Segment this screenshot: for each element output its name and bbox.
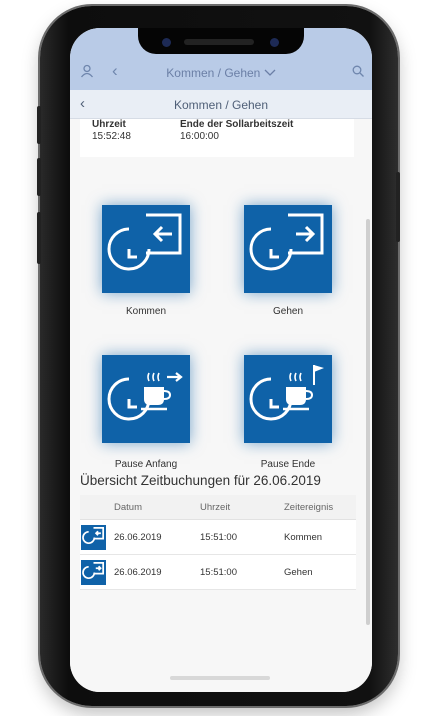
row-date: 26.06.2019 — [114, 567, 162, 578]
gehen-label: Gehen — [272, 306, 304, 317]
search-icon[interactable] — [352, 64, 364, 81]
main-content: Uhrzeit 15:52:48 Ende der Sollarbeitszei… — [70, 119, 372, 692]
clock-arrow-in-icon — [81, 525, 106, 550]
table-row[interactable]: 26.06.2019 15:51:00 Gehen — [80, 555, 356, 590]
home-indicator — [170, 676, 270, 680]
gehen-tile[interactable] — [244, 205, 332, 293]
front-camera-icon — [162, 38, 171, 47]
table-header: Datum Uhrzeit Zeitereignis — [80, 495, 356, 520]
pause-start-label: Pause Anfang — [114, 459, 178, 470]
row-time: 15:51:00 — [200, 567, 237, 578]
time-info-card: Uhrzeit 15:52:48 Ende der Sollarbeitszei… — [80, 119, 354, 157]
scrollbar[interactable] — [366, 219, 370, 625]
page-header: ‹ Kommen / Gehen — [70, 90, 372, 119]
table-row[interactable]: 26.06.2019 15:51:00 Kommen — [80, 520, 356, 555]
target-time-value: 16:00:00 — [180, 131, 219, 142]
column-header-time[interactable]: Uhrzeit — [200, 502, 230, 513]
overview-title: Übersicht Zeitbuchungen für 26.06.2019 — [80, 473, 321, 488]
kommen-tile[interactable] — [102, 205, 190, 293]
pause-start-tile[interactable] — [102, 355, 190, 443]
speaker-grill — [184, 39, 254, 45]
clock-arrow-out-icon — [81, 560, 106, 585]
target-time-label: Ende der Sollarbeitszeit — [180, 119, 294, 130]
bookings-table: Datum Uhrzeit Zeitereignis 26.06.2019 15… — [80, 495, 356, 590]
kommen-label: Kommen — [125, 306, 166, 317]
clock-arrow-out-icon — [249, 213, 324, 271]
volume-up-button — [37, 106, 41, 144]
time-value: 15:52:48 — [92, 131, 131, 142]
column-header-date[interactable]: Datum — [114, 502, 142, 513]
mute-switch — [37, 212, 41, 264]
phone-screen: ‹ Kommen / Gehen ‹ Kommen / Gehen Uhrzei… — [70, 28, 372, 692]
clock-arrow-in-icon — [107, 213, 182, 271]
sensor-icon — [270, 38, 279, 47]
chevron-down-icon — [264, 66, 276, 80]
row-event: Gehen — [284, 567, 313, 578]
row-date: 26.06.2019 — [114, 532, 162, 543]
phone-notch — [138, 28, 304, 54]
app-title[interactable]: Kommen / Gehen — [70, 66, 372, 80]
app-title-text: Kommen / Gehen — [166, 66, 261, 80]
row-time: 15:51:00 — [200, 532, 237, 543]
column-header-event[interactable]: Zeitereignis — [284, 502, 333, 513]
time-label: Uhrzeit — [92, 119, 126, 130]
pause-end-tile[interactable] — [244, 355, 332, 443]
clock-coffee-end-icon — [249, 365, 324, 421]
row-event: Kommen — [284, 532, 323, 543]
pause-end-label: Pause Ende — [260, 459, 316, 470]
power-button — [396, 172, 400, 242]
volume-down-button — [37, 158, 41, 196]
clock-coffee-start-icon — [107, 372, 183, 421]
page-title: Kommen / Gehen — [173, 98, 269, 112]
